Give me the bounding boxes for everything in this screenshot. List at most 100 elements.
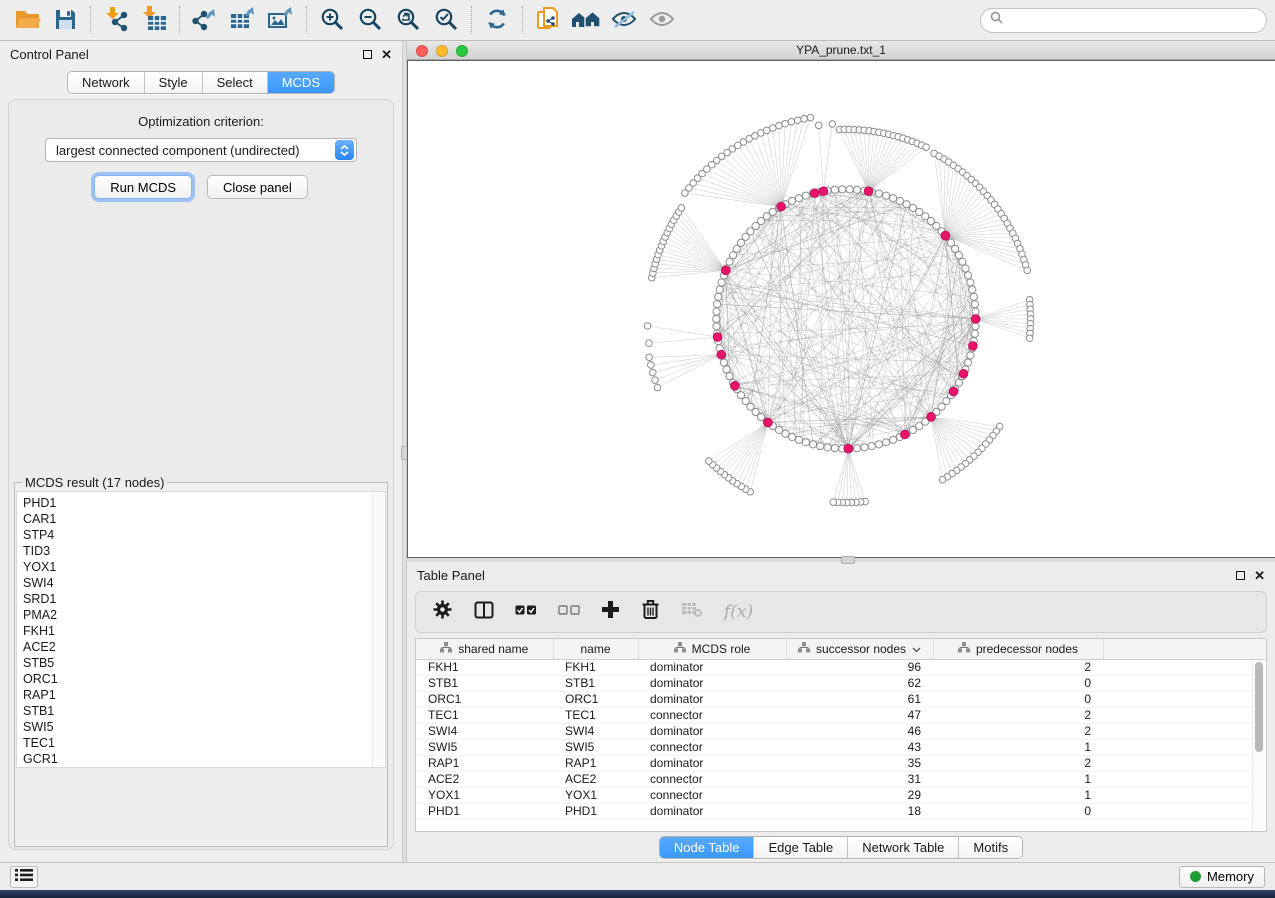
- network-node[interactable]: [896, 197, 903, 204]
- mcds-dominator-node[interactable]: [927, 413, 936, 422]
- table-cell[interactable]: dominator: [638, 803, 786, 819]
- table-cell[interactable]: 29: [786, 787, 933, 803]
- network-node[interactable]: [965, 359, 972, 366]
- memory-button[interactable]: Memory: [1179, 866, 1265, 888]
- tab-style[interactable]: Style: [145, 72, 203, 93]
- minimize-window-button[interactable]: [436, 45, 448, 57]
- network-node[interactable]: [817, 442, 824, 449]
- export-image-button[interactable]: [262, 3, 300, 37]
- network-node[interactable]: [713, 301, 720, 308]
- network-node[interactable]: [939, 476, 946, 483]
- network-node[interactable]: [723, 366, 730, 373]
- network-window-titlebar[interactable]: YPA_prune.txt_1: [407, 41, 1275, 60]
- network-node[interactable]: [815, 122, 822, 129]
- delete-column-button[interactable]: [641, 599, 660, 625]
- save-session-button[interactable]: [46, 3, 84, 37]
- network-node[interactable]: [962, 265, 969, 272]
- table-cell[interactable]: connector: [638, 771, 786, 787]
- network-node[interactable]: [971, 301, 978, 308]
- mcds-result-item[interactable]: TID3: [23, 543, 385, 559]
- mcds-dominator-node[interactable]: [717, 350, 726, 359]
- table-cell[interactable]: ACE2: [553, 771, 638, 787]
- network-node[interactable]: [846, 186, 853, 193]
- mcds-result-item[interactable]: RAP1: [23, 687, 385, 703]
- table-cell[interactable]: 47: [786, 707, 933, 723]
- network-node[interactable]: [652, 377, 659, 384]
- sort-chevron-icon[interactable]: [912, 642, 921, 656]
- network-node[interactable]: [726, 373, 733, 380]
- table-cell[interactable]: PHD1: [553, 803, 638, 819]
- divider-grip[interactable]: [841, 556, 855, 564]
- table-row[interactable]: SWI4SWI4dominator462: [416, 723, 1266, 739]
- network-node[interactable]: [969, 286, 976, 293]
- table-cell[interactable]: ORC1: [416, 691, 553, 707]
- network-node[interactable]: [875, 190, 882, 197]
- mcds-result-list[interactable]: PHD1CAR1STP4TID3YOX1SWI4SRD1PMA2FKH1ACE2…: [16, 491, 386, 768]
- mcds-dominator-node[interactable]: [941, 231, 950, 240]
- table-cell[interactable]: [1103, 787, 1266, 803]
- network-node[interactable]: [830, 499, 837, 506]
- network-node[interactable]: [829, 121, 836, 128]
- mcds-result-item[interactable]: STB1: [23, 703, 385, 719]
- mcds-result-item[interactable]: FKH1: [23, 623, 385, 639]
- table-cell[interactable]: dominator: [638, 755, 786, 771]
- table-cell[interactable]: 1: [933, 739, 1103, 755]
- mcds-dominator-node[interactable]: [971, 315, 980, 324]
- table-cell[interactable]: SWI5: [416, 739, 553, 755]
- mcds-result-item[interactable]: YOX1: [23, 559, 385, 575]
- column-header-name[interactable]: name: [553, 639, 638, 659]
- network-node[interactable]: [1026, 335, 1033, 342]
- tab-mcds[interactable]: MCDS: [268, 72, 334, 93]
- export-network-button[interactable]: [186, 3, 224, 37]
- network-node[interactable]: [967, 279, 974, 286]
- table-cell[interactable]: 2: [933, 659, 1103, 675]
- network-node[interactable]: [959, 258, 966, 265]
- zoom-selected-button[interactable]: [427, 3, 465, 37]
- network-node[interactable]: [1024, 267, 1031, 274]
- network-node[interactable]: [789, 433, 796, 440]
- network-node[interactable]: [713, 308, 720, 315]
- table-cell[interactable]: [1103, 707, 1266, 723]
- table-cell[interactable]: 1: [933, 787, 1103, 803]
- network-node[interactable]: [706, 458, 713, 465]
- delete-table-button[interactable]: [681, 601, 703, 623]
- mcds-dominator-node[interactable]: [901, 430, 910, 439]
- table-cell[interactable]: 61: [786, 691, 933, 707]
- table-cell[interactable]: FKH1: [416, 659, 553, 675]
- mcds-list-scrollbar[interactable]: [372, 492, 385, 767]
- close-panel-icon[interactable]: ✕: [381, 50, 392, 59]
- table-cell[interactable]: [1103, 739, 1266, 755]
- network-node[interactable]: [868, 442, 875, 449]
- table-cell[interactable]: 96: [786, 659, 933, 675]
- table-cell[interactable]: [1103, 723, 1266, 739]
- table-row[interactable]: TEC1TEC1connector472: [416, 707, 1266, 723]
- tab-network[interactable]: Network: [68, 72, 145, 93]
- network-node[interactable]: [923, 144, 930, 151]
- network-node[interactable]: [831, 186, 838, 193]
- table-cell[interactable]: YOX1: [416, 787, 553, 803]
- export-table-button[interactable]: [224, 3, 262, 37]
- table-cell[interactable]: SWI4: [553, 723, 638, 739]
- network-node[interactable]: [853, 186, 860, 193]
- table-row[interactable]: ORC1ORC1dominator610: [416, 691, 1266, 707]
- table-row[interactable]: PHD1PHD1dominator180: [416, 803, 1266, 819]
- network-node[interactable]: [889, 436, 896, 443]
- column-header-MCDS-role[interactable]: MCDS role: [638, 639, 786, 659]
- float-panel-icon[interactable]: [1236, 571, 1245, 580]
- hide-selected-button[interactable]: [605, 3, 643, 37]
- table-cell[interactable]: connector: [638, 707, 786, 723]
- table-cell[interactable]: [1103, 755, 1266, 771]
- float-panel-icon[interactable]: [363, 50, 372, 59]
- network-node[interactable]: [794, 117, 801, 124]
- close-window-button[interactable]: [416, 45, 428, 57]
- table-cell[interactable]: dominator: [638, 723, 786, 739]
- table-cell[interactable]: [1103, 803, 1266, 819]
- mcds-dominator-node[interactable]: [721, 266, 730, 275]
- table-scrollbar[interactable]: [1252, 660, 1265, 830]
- function-builder-button[interactable]: f(x): [724, 602, 753, 622]
- table-cell[interactable]: 62: [786, 675, 933, 691]
- network-node[interactable]: [967, 352, 974, 359]
- network-node[interactable]: [970, 293, 977, 300]
- mcds-result-item[interactable]: PMA2: [23, 607, 385, 623]
- column-header-successor-nodes[interactable]: successor nodes: [786, 639, 933, 659]
